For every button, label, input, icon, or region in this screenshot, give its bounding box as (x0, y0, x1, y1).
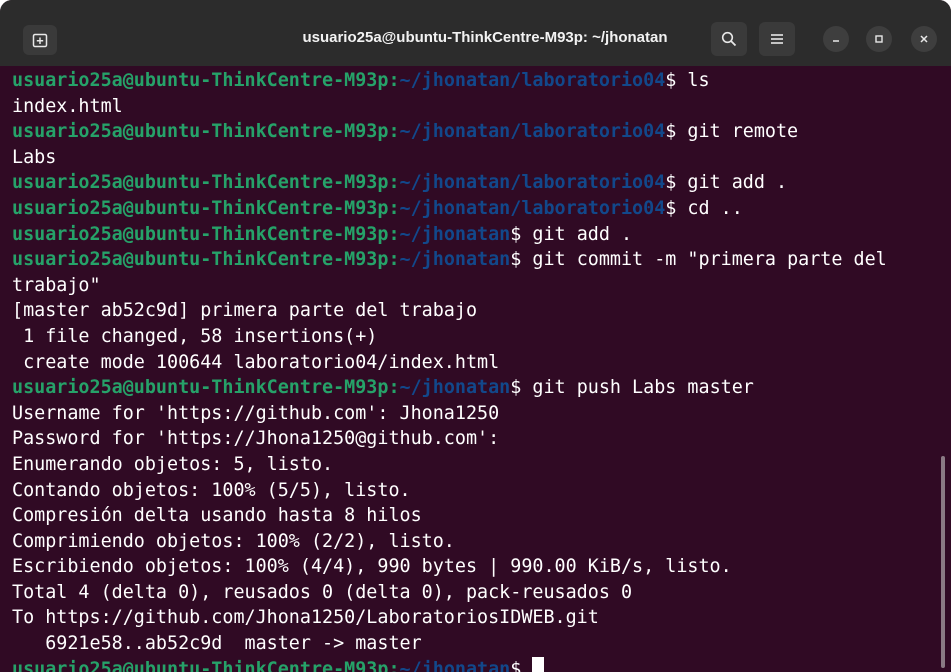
hamburger-menu-icon (771, 34, 783, 44)
new-tab-button[interactable] (23, 25, 57, 55)
prompt-line: usuario25a@ubuntu-ThinkCentre-M93p:~/jho… (12, 68, 931, 94)
menu-button[interactable] (759, 22, 795, 56)
output-line: Escribiendo objetos: 100% (4/4), 990 byt… (12, 556, 732, 578)
prompt-line: usuario25a@ubuntu-ThinkCentre-M93p:~/jho… (12, 196, 931, 222)
output-line: Username for 'https://github.com': Jhona… (12, 402, 500, 424)
terminal-lines: usuario25a@ubuntu-ThinkCentre-M93p:~/jho… (12, 68, 931, 672)
prompt-line: usuario25a@ubuntu-ThinkCentre-M93p:~/jho… (12, 119, 931, 145)
prompt-line: usuario25a@ubuntu-ThinkCentre-M93p:~/jho… (12, 170, 931, 196)
prompt-separator: : (388, 70, 400, 91)
prompt-line: usuario25a@ubuntu-ThinkCentre-M93p:~/jho… (12, 247, 931, 273)
output-line: [master ab52c9d] primera parte del traba… (12, 300, 478, 322)
command-text: $ git commit -m "primera parte del (510, 249, 887, 271)
prompt-user-host: usuario25a@ubuntu-ThinkCentre-M93p (12, 377, 389, 399)
prompt-user-host: usuario25a@ubuntu-ThinkCentre-M93p (12, 197, 389, 219)
output-line: index.html (12, 95, 123, 117)
output-line: create mode 100644 laboratorio04/index.h… (12, 351, 500, 373)
output-line: Compresión delta usando hasta 8 hilos (12, 505, 422, 527)
output-line: 1 file changed, 58 insertions(+) (12, 325, 378, 347)
prompt-separator: : (388, 658, 400, 672)
prompt-path: ~/jhonatan (399, 377, 511, 399)
minimize-icon (833, 40, 839, 42)
prompt-separator: : (388, 223, 400, 245)
title-bar[interactable]: usuario25a@ubuntu-ThinkCentre-M93p: ~/jh… (0, 0, 951, 67)
prompt-separator: : (388, 172, 400, 194)
window-title: usuario25a@ubuntu-ThinkCentre-M93p: ~/jh… (302, 29, 668, 46)
new-tab-icon (32, 33, 48, 48)
maximize-button[interactable] (866, 26, 892, 52)
minimize-button[interactable] (823, 26, 849, 52)
command-text: $ git add . (665, 172, 788, 194)
maximize-icon (875, 35, 883, 43)
command-text: $ ls (665, 70, 710, 91)
prompt-user-host: usuario25a@ubuntu-ThinkCentre-M93p (12, 249, 389, 271)
prompt-user-host: usuario25a@ubuntu-ThinkCentre-M93p (12, 70, 389, 91)
output-line: Total 4 (delta 0), reusados 0 (delta 0),… (12, 581, 633, 603)
prompt-user-host: usuario25a@ubuntu-ThinkCentre-M93p (12, 223, 389, 245)
search-icon (721, 31, 737, 47)
command-text: $ git push Labs master (510, 377, 754, 399)
prompt-path: ~/jhonatan/laboratorio04 (399, 197, 666, 219)
command-text: $ (510, 658, 533, 672)
command-text: $ git add . (510, 223, 633, 245)
prompt-path: ~/jhonatan (399, 223, 511, 245)
prompt-user-host: usuario25a@ubuntu-ThinkCentre-M93p (12, 121, 389, 143)
prompt-user-host: usuario25a@ubuntu-ThinkCentre-M93p (12, 658, 389, 672)
prompt-line: usuario25a@ubuntu-ThinkCentre-M93p:~/jho… (12, 375, 931, 401)
prompt-path: ~/jhonatan/laboratorio04 (399, 172, 666, 194)
prompt-separator: : (388, 377, 400, 399)
output-line: Enumerando objetos: 5, listo. (12, 453, 334, 475)
prompt-line: usuario25a@ubuntu-ThinkCentre-M93p:~/jho… (12, 222, 931, 248)
output-line: Comprimiendo objetos: 100% (2/2), listo. (12, 530, 455, 552)
command-text: $ git remote (665, 121, 799, 143)
prompt-path: ~/jhonatan (399, 249, 511, 271)
output-line: Password for 'https://Jhona1250@github.c… (12, 428, 500, 450)
output-line: trabajo" (12, 274, 101, 296)
search-button[interactable] (711, 22, 747, 56)
text-cursor[interactable] (532, 656, 545, 672)
command-text: $ cd .. (665, 197, 743, 219)
scrollbar[interactable] (941, 456, 945, 668)
prompt-line: usuario25a@ubuntu-ThinkCentre-M93p:~/jho… (12, 656, 931, 672)
prompt-path: ~/jhonatan/laboratorio04 (399, 121, 666, 143)
prompt-separator: : (388, 249, 400, 271)
prompt-user-host: usuario25a@ubuntu-ThinkCentre-M93p (12, 172, 389, 194)
output-line: 6921e58..ab52c9d master -> master (12, 633, 422, 655)
output-line: To https://github.com/Jhona1250/Laborato… (12, 607, 599, 629)
prompt-separator: : (388, 121, 400, 143)
output-line: Labs (12, 146, 57, 168)
terminal-output[interactable]: usuario25a@ubuntu-ThinkCentre-M93p:~/jho… (0, 66, 951, 672)
prompt-separator: : (388, 197, 400, 219)
close-icon (920, 35, 928, 43)
prompt-path: ~/jhonatan (399, 658, 511, 672)
close-button[interactable] (911, 26, 937, 52)
terminal-window: usuario25a@ubuntu-ThinkCentre-M93p: ~/jh… (0, 0, 951, 672)
output-line: Contando objetos: 100% (5/5), listo. (12, 479, 411, 501)
prompt-path: ~/jhonatan/laboratorio04 (399, 70, 666, 91)
